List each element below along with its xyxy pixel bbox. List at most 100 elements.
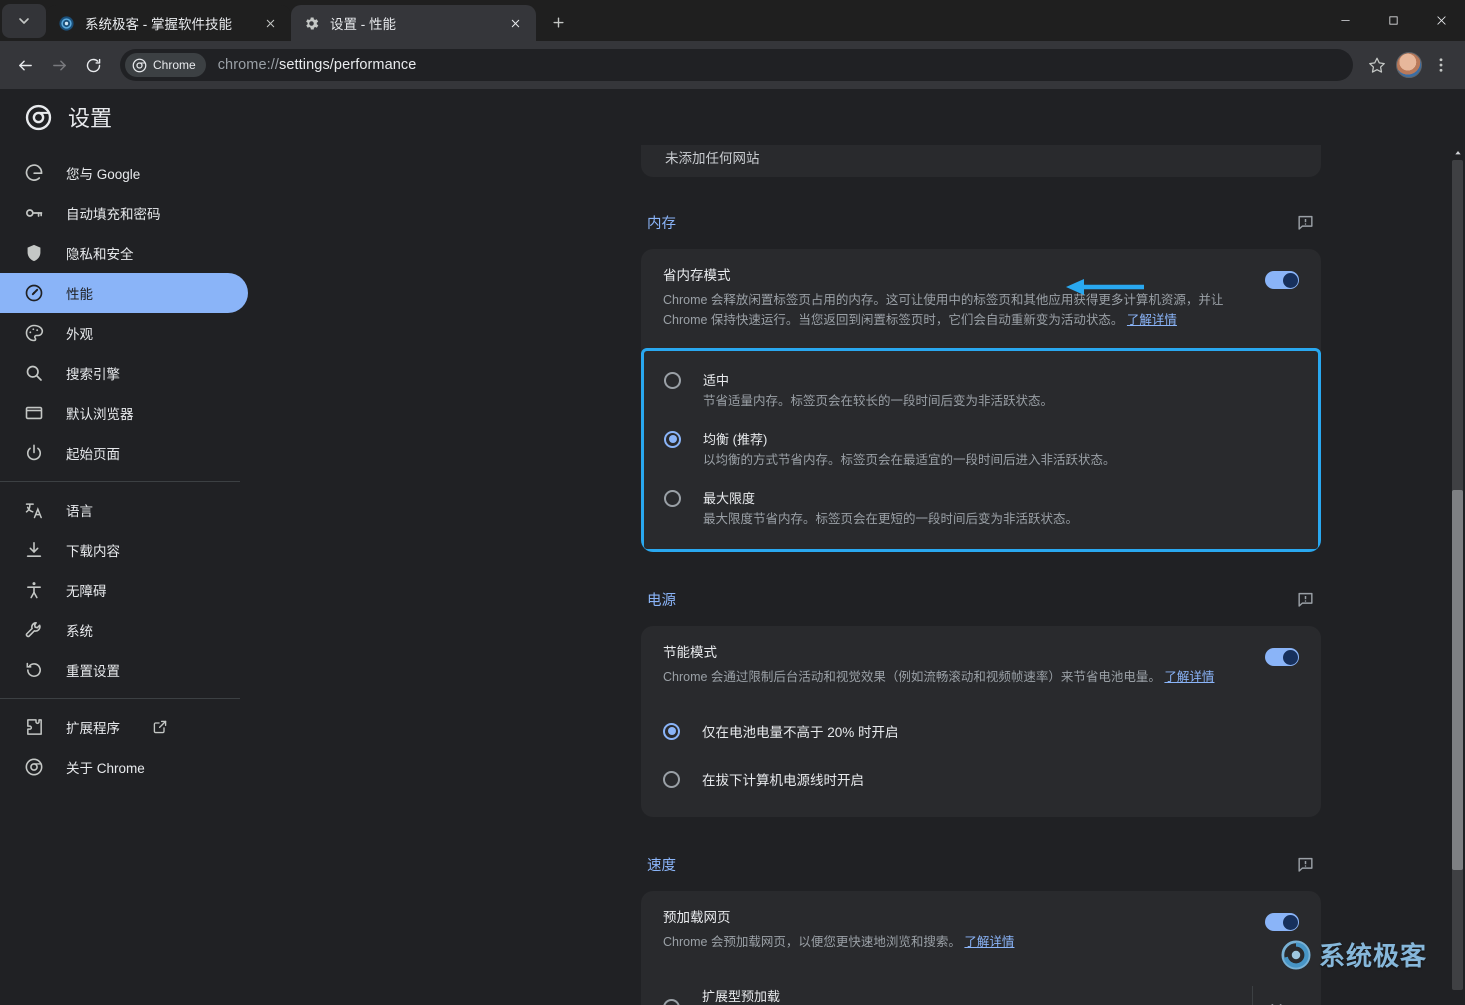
memory-option-balanced[interactable]: 均衡 (推荐) 以均衡的方式节省内存。标签页会在最适宜的一段时间后进入非活跃状态… <box>664 420 1296 479</box>
feedback-icon[interactable] <box>1293 210 1317 234</box>
chevron-down-icon[interactable] <box>1253 998 1299 1005</box>
energy-saver-card: 节能模式 Chrome 会通过限制后台活动和视觉效果（例如流畅滚动和视频帧速率）… <box>641 626 1321 818</box>
settings-main: 未添加任何网站 内存 省内存模式 Chrome 会释放闲置标签页占用的内存。这可… <box>254 145 1465 1005</box>
learn-more-link[interactable]: 了解详情 <box>1127 313 1177 327</box>
back-button[interactable] <box>8 48 42 82</box>
radio-button[interactable] <box>663 722 680 740</box>
sidebar-item-label: 搜索引擎 <box>66 367 120 382</box>
sidebar-item-accessibility[interactable]: 无障碍 <box>0 570 248 610</box>
google-g-icon <box>24 163 44 183</box>
key-icon <box>24 203 44 223</box>
new-tab-button[interactable] <box>542 6 574 38</box>
chrome-origin-chip[interactable]: Chrome <box>125 53 206 77</box>
sidebar-item-languages[interactable]: 语言 <box>0 490 248 530</box>
page-title: 设置 <box>68 106 113 131</box>
sites-partial-card: 未添加任何网站 <box>641 145 1321 177</box>
feedback-icon[interactable] <box>1293 852 1317 876</box>
settings-content: 未添加任何网站 内存 省内存模式 Chrome 会释放闲置标签页占用的内存。这可… <box>254 145 1434 1005</box>
reload-button[interactable] <box>76 48 110 82</box>
window-close-button[interactable] <box>1417 0 1465 41</box>
browser-tab-0[interactable]: 系统极客 - 掌握软件技能 <box>46 5 291 41</box>
sidebar-item-label: 外观 <box>66 327 93 342</box>
section-title: 电源 <box>647 592 676 609</box>
memory-saver-card: 省内存模式 Chrome 会释放闲置标签页占用的内存。这可让使用中的标签页和其他… <box>641 249 1321 553</box>
sidebar-item-extensions[interactable]: 扩展程序 <box>0 707 248 747</box>
preload-option-extended[interactable]: 扩展型预加载 预加载更多网页。被其他网站请求的网页可能会通过 Google 服务… <box>663 972 1299 1005</box>
scrollbar-up-button[interactable] <box>1450 145 1465 160</box>
setting-title: 省内存模式 <box>663 268 731 283</box>
option-description: 以均衡的方式节省内存。标签页会在最适宜的一段时间后进入非活跃状态。 <box>703 452 1116 467</box>
sidebar-item-label: 关于 Chrome <box>66 761 145 776</box>
address-bar[interactable]: Chrome chrome://settings/performance <box>120 49 1353 81</box>
profile-avatar[interactable] <box>1393 49 1425 81</box>
sidebar-item-startup[interactable]: 起始页面 <box>0 433 248 473</box>
radio-button[interactable] <box>664 372 681 390</box>
sidebar-item-you-and-google[interactable]: 您与 Google <box>0 153 248 193</box>
sidebar-item-about-chrome[interactable]: 关于 Chrome <box>0 747 248 787</box>
sidebar-item-label: 下载内容 <box>66 544 120 559</box>
restore-icon <box>24 660 44 680</box>
radio-button[interactable] <box>664 430 681 448</box>
window-icon <box>24 403 44 423</box>
window-controls <box>1321 0 1465 41</box>
sidebar-item-system[interactable]: 系统 <box>0 610 248 650</box>
sidebar-item-appearance[interactable]: 外观 <box>0 313 248 353</box>
scrollbar-thumb[interactable] <box>1452 490 1463 870</box>
memory-option-moderate[interactable]: 适中 节省适量内存。标签页会在较长的一段时间后变为非活跃状态。 <box>664 361 1296 420</box>
sidebar-item-label: 默认浏览器 <box>66 407 134 422</box>
memory-saver-row: 省内存模式 Chrome 会释放闲置标签页占用的内存。这可让使用中的标签页和其他… <box>641 249 1321 348</box>
feedback-icon[interactable] <box>1293 587 1317 611</box>
window-minimize-button[interactable] <box>1321 0 1369 41</box>
tab-strip: 系统极客 - 掌握软件技能 设置 - 性能 <box>0 0 1465 41</box>
address-bar-url: chrome://settings/performance <box>218 57 417 73</box>
sidebar-item-autofill-passwords[interactable]: 自动填充和密码 <box>0 193 248 233</box>
tab-close-button[interactable] <box>504 12 526 34</box>
option-title: 仅在电池电量不高于 20% 时开启 <box>702 725 899 741</box>
radio-button[interactable] <box>664 489 681 507</box>
preload-pages-toggle[interactable] <box>1265 913 1299 932</box>
memory-saver-toggle[interactable] <box>1265 271 1299 289</box>
sidebar-item-downloads[interactable]: 下载内容 <box>0 530 248 570</box>
tab-search-button[interactable] <box>2 4 46 38</box>
sidebar-item-label: 系统 <box>66 624 93 639</box>
sidebar-item-reset-settings[interactable]: 重置设置 <box>0 650 248 690</box>
sidebar-item-privacy-security[interactable]: 隐私和安全 <box>0 233 248 273</box>
section-header-memory: 内存 <box>641 205 1321 239</box>
forward-button[interactable] <box>42 48 76 82</box>
tab-close-button[interactable] <box>259 12 281 34</box>
geek-circle-icon <box>58 15 75 32</box>
chrome-menu-button[interactable] <box>1425 49 1457 81</box>
tab-title: 设置 - 性能 <box>330 17 396 32</box>
url-path: settings/performance <box>279 57 417 73</box>
setting-title: 预加载网页 <box>663 910 731 926</box>
option-title: 均衡 (推荐) <box>703 431 768 447</box>
browser-tab-1[interactable]: 设置 - 性能 <box>291 5 536 41</box>
sidebar-item-performance[interactable]: 性能 <box>0 273 248 313</box>
energy-saver-toggle[interactable] <box>1265 648 1299 667</box>
sidebar-item-search-engine[interactable]: 搜索引擎 <box>0 353 248 393</box>
sidebar-item-label: 重置设置 <box>66 664 120 679</box>
sidebar-item-default-browser[interactable]: 默认浏览器 <box>0 393 248 433</box>
radio-button[interactable] <box>663 998 680 1005</box>
section-header-power: 电源 <box>641 582 1321 616</box>
sidebar-item-label: 无障碍 <box>66 584 107 599</box>
setting-title: 节能模式 <box>663 645 717 661</box>
sidebar-item-label: 隐私和安全 <box>66 247 134 262</box>
learn-more-link[interactable]: 了解详情 <box>1164 670 1214 684</box>
translate-icon <box>24 500 44 520</box>
settings-header: 设置 <box>0 89 1465 224</box>
power-option-battery-20[interactable]: 仅在电池电量不高于 20% 时开启 <box>663 707 1299 755</box>
learn-more-link[interactable]: 了解详情 <box>964 935 1014 949</box>
page-scrollbar[interactable] <box>1450 145 1465 1005</box>
setting-description: Chrome 会预加载网页，以便您更快速地浏览和搜索。 了解详情 <box>663 934 1015 949</box>
option-description: 节省适量内存。标签页会在较长的一段时间后变为非活跃状态。 <box>703 394 1054 409</box>
accessibility-icon <box>24 580 44 600</box>
window-maximize-button[interactable] <box>1369 0 1417 41</box>
sidebar-divider <box>0 698 240 699</box>
settings-body: 您与 Google 自动填充和密码 隐私和安全 性能 外观 搜索引擎 默认浏览器… <box>0 145 1465 1005</box>
power-option-unplugged[interactable]: 在拔下计算机电源线时开启 <box>663 755 1299 803</box>
radio-button[interactable] <box>663 770 680 788</box>
bookmark-star-icon[interactable] <box>1361 49 1393 81</box>
sidebar-item-label: 扩展程序 <box>66 721 120 736</box>
memory-option-maximum[interactable]: 最大限度 最大限度节省内存。标签页会在更短的一段时间后变为非活跃状态。 <box>664 479 1296 538</box>
